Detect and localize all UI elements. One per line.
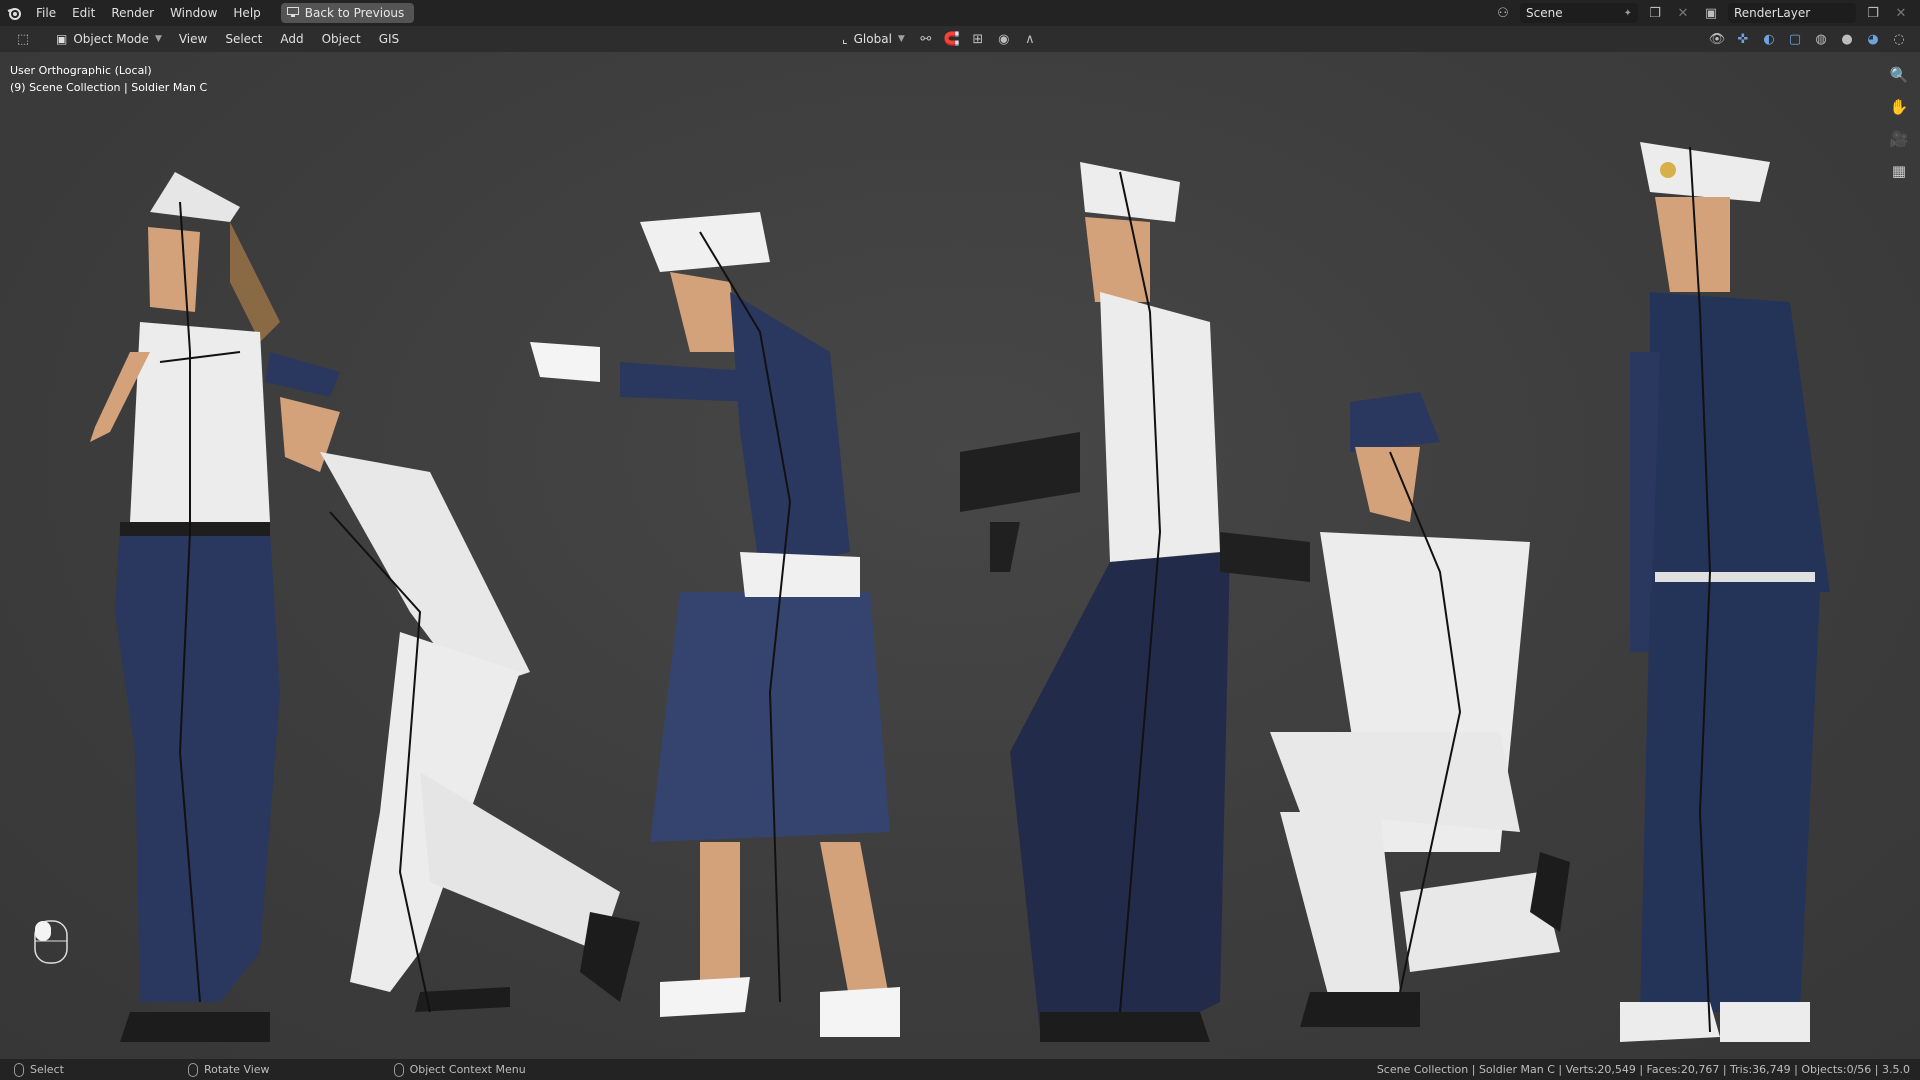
snap-icon[interactable]: 🧲 [941,29,963,49]
material-shading-icon[interactable]: ◕ [1862,29,1884,49]
mouse-middle-icon [187,1062,198,1077]
overlays-icon[interactable]: ◐ [1758,29,1780,49]
menu-view[interactable]: View [170,32,216,46]
mouse-left-icon [14,1062,24,1077]
menu-render[interactable]: Render [103,0,162,26]
mouse-button-widget [34,920,68,964]
blender-logo-icon[interactable] [0,0,28,26]
snap-increment-icon[interactable]: ⊞ [967,29,989,49]
hint-context-label: Object Context Menu [409,1063,526,1076]
screen-icon [286,6,299,20]
menu-edit[interactable]: Edit [64,0,103,26]
solid-shading-icon[interactable]: ● [1836,29,1858,49]
top-menu-bar: File Edit Render Window Help Back to Pre… [0,0,1920,26]
chevron-down-icon: ▼ [897,34,905,44]
rendered-shading-icon[interactable]: ◌ [1888,29,1910,49]
menu-help[interactable]: Help [225,0,268,26]
scene-selector[interactable]: Scene ✦ [1520,3,1638,23]
close-scene-icon[interactable]: ✕ [1672,3,1694,23]
object-mode-label: Object Mode [73,32,149,46]
3d-viewport[interactable]: User Orthographic (Local) (9) Scene Coll… [0,52,1920,1059]
character-kneeling-sailor[interactable] [1220,392,1570,1027]
wireframe-shading-icon[interactable]: ◍ [1810,29,1832,49]
menu-select[interactable]: Select [216,32,271,46]
hint-rotate-view: Rotate View [187,1062,270,1077]
hint-rotate-label: Rotate View [203,1063,270,1076]
visibility-icon[interactable]: 👁 [1706,29,1728,49]
render-layer-icon[interactable]: ▣ [1700,3,1722,23]
badge-icon [1660,162,1676,178]
mouse-right-icon [393,1062,404,1077]
gizmo-icon[interactable]: ✜ [1732,29,1754,49]
proportional-edit-icon[interactable]: ◉ [993,29,1015,49]
pin-icon[interactable]: ✦ [1624,8,1632,19]
menu-window[interactable]: Window [162,0,225,26]
scene-icon[interactable]: ⚇ [1492,3,1514,23]
orientation-label: Global [853,32,892,46]
render-layer-name: RenderLayer [1734,6,1811,20]
transform-orientation-dropdown[interactable]: ⌞ Global ▼ [836,29,911,49]
editor-type-icon[interactable]: ⬚ [12,29,34,49]
render-layer-selector[interactable]: RenderLayer [1728,3,1856,23]
character-models [90,142,1830,1042]
hint-context-menu: Object Context Menu [393,1062,526,1077]
scene-statistics: Scene Collection | Soldier Man C | Verts… [1376,1063,1910,1076]
hint-select-label: Select [30,1063,64,1076]
new-scene-icon[interactable]: ❐ [1644,3,1666,23]
menu-object[interactable]: Object [313,32,370,46]
viewport-header: ⬚ ▣ Object Mode ▼ View Select Add Object… [0,26,1920,52]
menu-gis[interactable]: GIS [370,32,408,46]
back-to-previous-button[interactable]: Back to Previous [280,3,415,23]
back-to-previous-label: Back to Previous [304,6,405,20]
scene-name: Scene [1526,6,1563,20]
pivot-point-icon[interactable]: ⚯ [915,29,937,49]
chevron-down-icon: ▼ [154,34,162,44]
menu-add[interactable]: Add [271,32,312,46]
hint-select: Select [14,1062,64,1077]
close-layer-icon[interactable]: ✕ [1890,3,1912,23]
menu-file[interactable]: File [28,0,64,26]
object-mode-dropdown[interactable]: ▣ Object Mode ▼ [48,29,170,49]
character-bending-sailor[interactable] [265,352,640,1012]
new-layer-icon[interactable]: ❐ [1862,3,1884,23]
falloff-icon[interactable]: ∧ [1019,29,1041,49]
character-navy-officer[interactable] [1620,142,1830,1042]
character-sailor-rifle[interactable] [960,162,1230,1042]
status-bar: Select Rotate View Object Context Menu S… [0,1059,1920,1080]
object-mode-icon: ▣ [56,32,68,46]
xray-icon[interactable]: ▢ [1784,29,1806,49]
orientation-icon: ⌞ [842,32,848,46]
character-female-officer[interactable] [90,172,280,1042]
